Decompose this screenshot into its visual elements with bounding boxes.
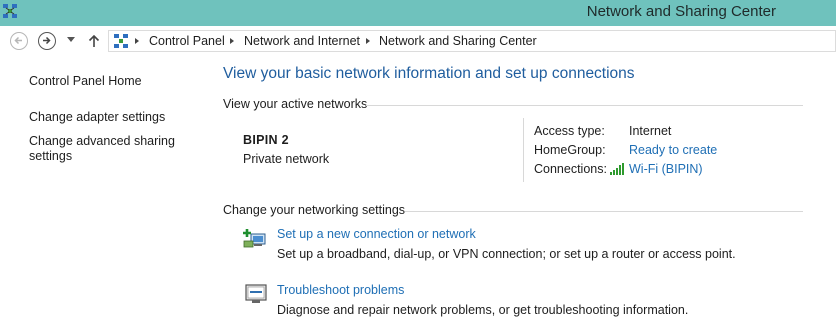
back-button[interactable] (10, 32, 28, 50)
network-name: BIPIN 2 (243, 133, 289, 147)
address-bar[interactable]: Control Panel Network and Internet Netwo… (108, 30, 836, 52)
recent-locations-chevron-down-icon[interactable] (67, 37, 75, 42)
troubleshoot-icon (245, 284, 267, 303)
breadcrumb-chevron-icon[interactable] (230, 38, 234, 44)
troubleshoot-description: Diagnose and repair network problems, or… (277, 303, 689, 317)
access-type-label: Access type: (534, 124, 605, 138)
breadcrumb-chevron-icon[interactable] (366, 38, 370, 44)
connections-label: Connections: (534, 162, 607, 176)
back-arrow-icon (14, 36, 22, 45)
window-title: Network and Sharing Center (586, 3, 776, 20)
forward-arrow-icon (43, 36, 51, 45)
troubleshoot-link[interactable]: Troubleshoot problems (277, 283, 404, 297)
wifi-signal-icon (610, 163, 624, 175)
homegroup-label: HomeGroup: (534, 143, 606, 157)
up-arrow-icon[interactable] (86, 33, 102, 49)
vertical-divider (523, 118, 524, 182)
new-connection-icon (243, 229, 266, 248)
sidebar: Control Panel Home Change adapter settin… (0, 56, 210, 330)
forward-button[interactable] (38, 32, 56, 50)
section-divider (366, 105, 803, 106)
access-type-value: Internet (629, 124, 672, 138)
networking-settings-heading: Change your networking settings (223, 203, 406, 217)
section-divider (405, 211, 803, 212)
title-bar: Network and Sharing Center (0, 0, 836, 26)
network-type: Private network (243, 152, 330, 166)
homegroup-link[interactable]: Ready to create (629, 143, 717, 157)
breadcrumb-network-and-internet[interactable]: Network and Internet (244, 34, 360, 48)
network-center-icon (3, 4, 17, 18)
breadcrumb-chevron-icon[interactable] (135, 38, 139, 44)
sidebar-item-change-advanced-sharing-settings[interactable]: Change advanced sharing settings (29, 134, 199, 164)
network-center-icon (114, 34, 128, 48)
setup-connection-link[interactable]: Set up a new connection or network (277, 227, 476, 241)
main-content: View your basic network information and … (210, 56, 836, 330)
sidebar-item-control-panel-home[interactable]: Control Panel Home (29, 74, 199, 89)
active-networks-heading: View your active networks (223, 97, 368, 111)
sidebar-item-change-adapter-settings[interactable]: Change adapter settings (29, 110, 199, 125)
navigation-bar: Control Panel Network and Internet Netwo… (0, 26, 836, 56)
setup-connection-description: Set up a broadband, dial-up, or VPN conn… (277, 247, 736, 261)
breadcrumb-control-panel[interactable]: Control Panel (149, 34, 225, 48)
page-title: View your basic network information and … (223, 65, 635, 82)
wifi-connection-link[interactable]: Wi-Fi (BIPIN) (629, 162, 703, 176)
breadcrumb-network-and-sharing-center[interactable]: Network and Sharing Center (379, 34, 537, 48)
